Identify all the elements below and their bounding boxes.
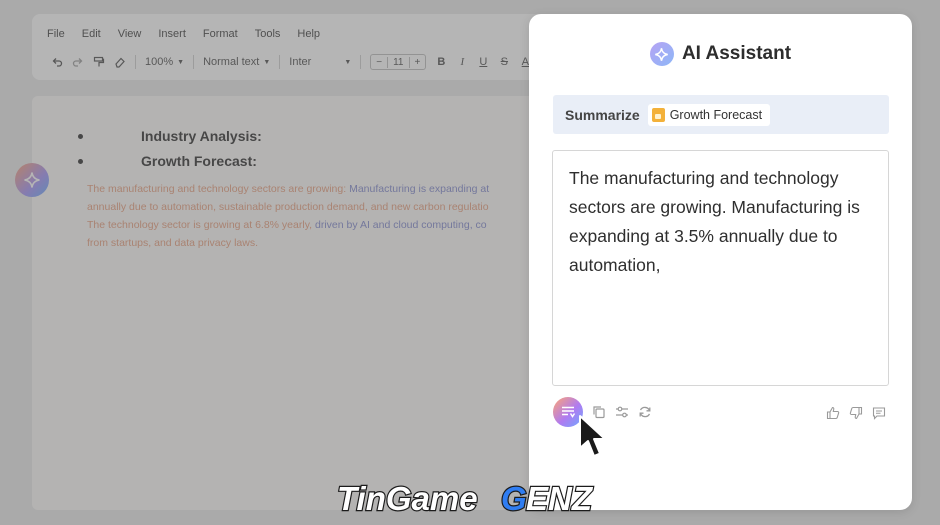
font-select[interactable]: Inter ▼: [289, 56, 351, 68]
svg-text:TinGame: TinGame: [337, 480, 478, 517]
italic-button[interactable]: I: [456, 56, 468, 68]
regenerate-icon[interactable]: [638, 405, 652, 419]
svg-text:G: G: [501, 480, 527, 517]
menu-help[interactable]: Help: [297, 28, 320, 40]
font-value: Inter: [289, 56, 312, 68]
menu-view[interactable]: View: [118, 28, 142, 40]
chevron-down-icon: ▼: [344, 58, 352, 66]
paragraph-style-select[interactable]: Normal text ▼: [203, 56, 270, 68]
paint-format-icon[interactable]: [93, 56, 105, 68]
list-item: Industry Analysis:: [78, 128, 262, 153]
sparkle-icon: [649, 42, 674, 66]
menu-file[interactable]: File: [47, 28, 65, 40]
paragraph-line: The manufacturing and technology sectors…: [87, 180, 592, 198]
toolbar-divider: [279, 55, 281, 69]
paragraph-text: The manufacturing and technology sectors…: [87, 183, 350, 195]
clear-format-icon[interactable]: [114, 56, 126, 68]
toolbar-divider: [360, 55, 362, 69]
insert-text-icon: [562, 406, 576, 418]
response-box[interactable]: The manufacturing and technology sectors…: [552, 150, 889, 386]
context-chip[interactable]: Growth Forecast: [647, 103, 771, 126]
zoom-select[interactable]: 100% ▼: [145, 56, 184, 68]
mouse-pointer-icon: [579, 415, 606, 457]
svg-text:ENZ: ENZ: [526, 480, 594, 517]
paragraph-style-value: Normal text: [203, 56, 260, 68]
undo-icon[interactable]: [51, 56, 63, 68]
underline-button[interactable]: U: [477, 56, 489, 68]
paragraph-line: The technology sector is growing at 6.8%…: [87, 216, 592, 234]
font-size-stepper: − 11 +: [370, 54, 427, 70]
paragraph-text: annually due to automation, sustainable …: [87, 201, 489, 213]
chevron-down-icon: ▼: [177, 58, 185, 66]
bold-button[interactable]: B: [435, 56, 447, 68]
toolbar-divider: [135, 55, 136, 69]
strikethrough-button[interactable]: S: [498, 56, 510, 68]
toolbar-divider: [193, 55, 195, 69]
editor-toolbar-area: File Edit View Insert Format Tools Help …: [32, 14, 592, 80]
context-chip-label: Growth Forecast: [669, 107, 763, 122]
paragraph-line: annually due to automation, sustainable …: [87, 198, 592, 216]
paragraph-text: from startups, and data privacy laws.: [87, 237, 258, 249]
document-paragraph: The manufacturing and technology sectors…: [87, 180, 592, 252]
redo-icon[interactable]: [72, 56, 84, 68]
sparkle-icon: [24, 172, 40, 188]
document-page[interactable]: Industry Analysis: Growth Forecast: The …: [32, 96, 592, 510]
comment-icon[interactable]: [872, 406, 886, 420]
menu-insert[interactable]: Insert: [158, 28, 186, 40]
response-text: The manufacturing and technology sectors…: [569, 168, 860, 275]
menu-edit[interactable]: Edit: [82, 28, 101, 40]
decrease-size-button[interactable]: −: [371, 57, 387, 68]
zoom-value: 100%: [145, 56, 174, 68]
feedback-actions: [826, 406, 886, 420]
adjust-icon[interactable]: [615, 405, 629, 419]
menu-bar: File Edit View Insert Format Tools Help: [47, 28, 320, 40]
document-icon: [651, 107, 665, 122]
prompt-action-label: Summarize: [565, 106, 640, 123]
paragraph-text: The technology sector is growing at 6.8%…: [87, 219, 316, 231]
panel-title: AI Assistant: [681, 43, 792, 64]
menu-tools[interactable]: Tools: [255, 28, 281, 40]
panel-header: AI Assistant: [529, 42, 912, 66]
watermark-logo: TinGame G ENZ: [336, 479, 595, 518]
list-item: Growth Forecast:: [78, 153, 262, 178]
menu-format[interactable]: Format: [203, 28, 238, 40]
highlighted-text: driven by AI and cloud computing, co: [315, 219, 487, 231]
paragraph-line: from startups, and data privacy laws.: [87, 234, 592, 252]
font-size-input[interactable]: 11: [387, 56, 410, 68]
prompt-bar: Summarize Growth Forecast: [553, 95, 889, 134]
chevron-down-icon: ▼: [263, 58, 271, 66]
ai-launcher-button[interactable]: [15, 163, 49, 197]
thumbs-up-icon[interactable]: [826, 406, 840, 420]
highlighted-text: Manufacturing is expanding at: [349, 183, 490, 195]
bullet-list: Industry Analysis: Growth Forecast:: [78, 128, 262, 178]
thumbs-down-icon[interactable]: [849, 406, 863, 420]
format-toolbar: 100% ▼ Normal text ▼ Inter ▼ − 11 + B I U S…: [51, 54, 531, 70]
increase-size-button[interactable]: +: [410, 57, 426, 68]
